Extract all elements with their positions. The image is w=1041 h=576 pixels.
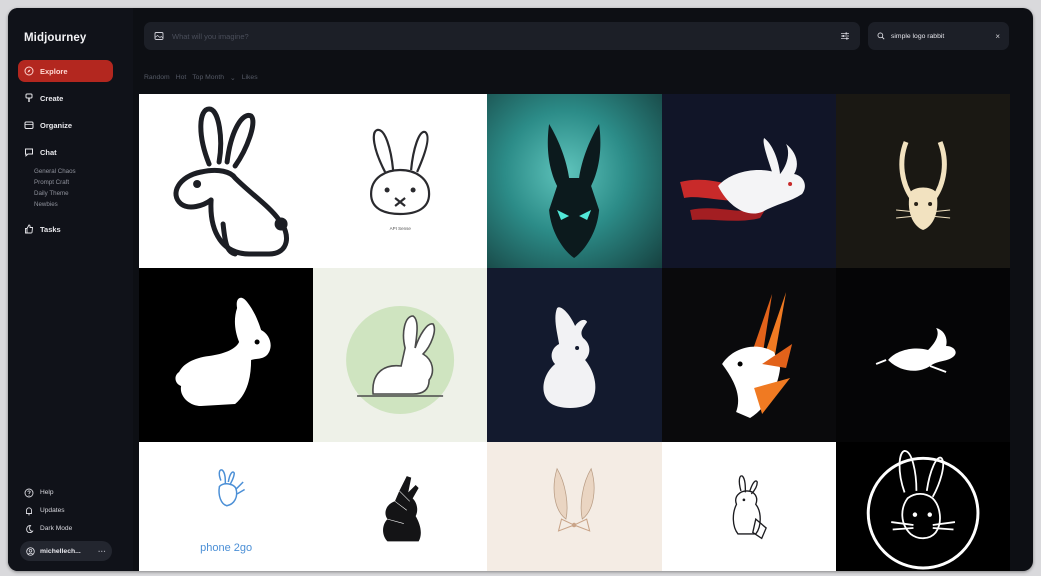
image-tile[interactable] (313, 442, 488, 571)
geometric-black-rabbit-image (383, 476, 422, 542)
bunny-with-bag-image (732, 475, 767, 540)
app-logo[interactable]: Midjourney (24, 32, 86, 44)
filter-top-month[interactable]: Top Month (192, 74, 224, 82)
sidebar-item-chat[interactable]: Chat (18, 141, 113, 163)
cartoon-bunny-face-image (370, 128, 431, 216)
compass-icon (24, 66, 34, 76)
beige-rabbit-head-image (895, 141, 950, 230)
image-tile[interactable] (487, 268, 662, 442)
help-icon (24, 488, 34, 497)
sidebar-item-label: Explore (40, 66, 68, 76)
image-tile[interactable] (835, 268, 1010, 442)
image-tile[interactable] (139, 94, 314, 268)
sitting-bunny-green-circle-image (346, 306, 455, 414)
sidebar-item-label: Organize (40, 120, 73, 130)
image-tile[interactable] (487, 442, 662, 571)
brush-icon (25, 93, 33, 102)
chevron-down-icon[interactable]: ⌄ (230, 74, 236, 82)
image-tile[interactable]: phone 2go (139, 442, 314, 571)
dark-mode-toggle[interactable]: Dark Mode (18, 520, 118, 537)
chat-channel-prompt-craft[interactable]: Prompt Craft (34, 177, 113, 188)
more-options-icon[interactable]: ··· (98, 547, 106, 556)
filter-likes[interactable]: Likes (242, 74, 258, 82)
image-tile[interactable] (313, 268, 488, 442)
sidebar-footer: Help Updates Dark Mode (18, 484, 118, 538)
imagine-input[interactable] (172, 31, 832, 41)
chat-channel-daily-theme[interactable]: Daily Theme (34, 188, 113, 199)
chat-icon (25, 148, 33, 157)
username: michellech... (40, 547, 81, 555)
orange-white-paint-rabbit-image (721, 292, 792, 418)
rabbit-line-art-image (173, 106, 289, 257)
running-rabbit-red-image (679, 138, 805, 221)
sidebar-item-tasks[interactable]: Tasks (18, 218, 113, 240)
dark-rabbit-mask-image (548, 124, 601, 258)
sidebar-item-label: Tasks (40, 224, 61, 234)
sidebar-item-explore[interactable]: Explore (18, 60, 113, 82)
search-icon (877, 32, 885, 40)
avatar-icon (26, 546, 35, 556)
filter-hot[interactable]: Hot (176, 74, 187, 82)
user-menu-button[interactable]: michellech... ··· (20, 541, 112, 561)
filter-random[interactable]: Random (144, 74, 170, 82)
chat-channel-list: General Chaos Prompt Craft Daily Theme N… (34, 166, 113, 210)
sidebar: Midjourney Explore Create Organize Chat … (8, 8, 133, 571)
chat-channel-newbies[interactable]: Newbies (34, 199, 113, 210)
bell-icon (26, 506, 32, 515)
sidebar-item-organize[interactable]: Organize (18, 114, 113, 136)
image-tile[interactable] (835, 442, 1010, 571)
thumbs-up-icon (25, 224, 33, 234)
tile-caption: API Sense (389, 226, 411, 231)
chat-channel-general-chaos[interactable]: General Chaos (34, 166, 113, 177)
white-rabbit-silhouette-image (175, 297, 271, 406)
bunny-ears-bow-image (554, 467, 595, 532)
sidebar-item-label: Dark Mode (40, 525, 73, 532)
sort-filter-tabs: Random Hot Top Month ⌄ Likes (144, 74, 258, 82)
app-window: Midjourney Explore Create Organize Chat … (8, 8, 1033, 571)
image-tile[interactable]: API Sense (313, 94, 488, 268)
image-tile[interactable] (487, 94, 662, 268)
sidebar-item-label: Create (40, 93, 64, 103)
image-tile[interactable] (661, 442, 836, 571)
moon-icon (26, 524, 34, 533)
settings-sliders-icon[interactable] (840, 31, 850, 41)
sidebar-item-label: Chat (40, 147, 57, 157)
image-tile[interactable] (835, 94, 1010, 268)
search-field[interactable]: simple logo rabbit × (868, 22, 1009, 50)
clear-search-button[interactable]: × (995, 32, 1000, 41)
sidebar-item-help[interactable]: Help (18, 484, 118, 501)
image-prompt-icon[interactable] (154, 31, 164, 41)
sidebar-item-updates[interactable]: Updates (18, 502, 118, 519)
image-grid: API Sense phone 2go (139, 94, 1010, 571)
imagine-bar (144, 22, 860, 50)
tile-logo-text: phone 2go (200, 542, 253, 554)
small-leaping-rabbit-image (875, 328, 956, 373)
rabbit-portrait-circle-image (866, 450, 980, 570)
search-query[interactable]: simple logo rabbit (891, 33, 944, 40)
sidebar-item-label: Updates (40, 507, 65, 514)
main-nav: Explore Create Organize Chat General Cha… (18, 60, 113, 245)
sidebar-item-label: Help (40, 489, 54, 496)
folder-icon (24, 121, 34, 129)
image-tile[interactable] (139, 268, 314, 442)
image-tile[interactable] (661, 94, 836, 268)
sidebar-item-create[interactable]: Create (18, 87, 113, 109)
image-tile[interactable] (661, 268, 836, 442)
sitting-rabbit-navy-image (543, 307, 596, 408)
